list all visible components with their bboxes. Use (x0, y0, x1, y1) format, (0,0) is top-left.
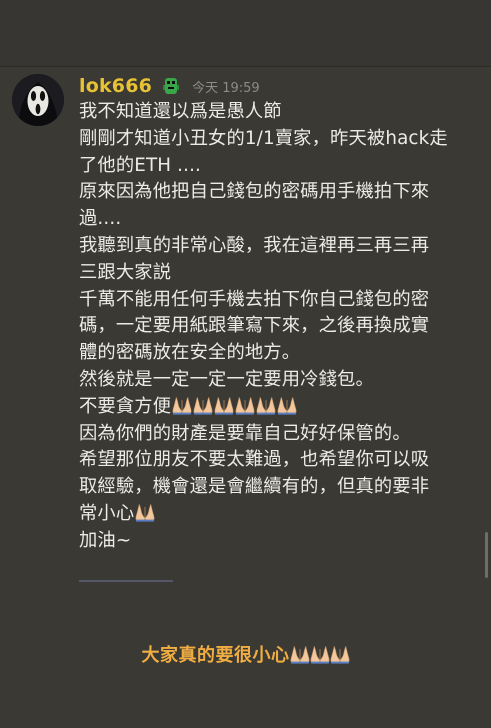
scrollbar-thumb[interactable] (485, 532, 488, 578)
story-caption: 大家真的要很小心 (0, 641, 491, 669)
folded-hands-icon (172, 396, 192, 424)
folded-hands-icon (310, 645, 330, 669)
text-underline-divider (79, 580, 173, 582)
message-header: lok666 今天 19:59 (79, 72, 260, 100)
folded-hands-icon (193, 396, 213, 424)
message-line: 我不知道還以爲是愚人節 (79, 101, 282, 122)
message-body: 我不知道還以爲是愚人節 剛剛才知道小丑女的1/1賣家，昨天被hack走 了他的E… (79, 99, 474, 555)
folded-hands-emoji-group (171, 396, 297, 417)
message-line: 我聽到真的非常心酸，我在這裡再三再三再 (79, 234, 430, 256)
folded-hands-icon (290, 645, 310, 669)
caption-text: 大家真的要很小心 (141, 645, 290, 666)
message-line: 希望那位朋友不要太難過，也希望你可以吸 (79, 449, 430, 471)
top-empty-area (0, 0, 491, 66)
message-line: 了他的ETH .... (79, 154, 202, 176)
folded-hands-emoji-group (290, 645, 350, 666)
message-line: 然後就是一定一定一定要用冷錢包。 (79, 368, 374, 390)
message-line: 千萬不能用任何手機去拍下你自己錢包的密 (79, 288, 430, 310)
message-line: 剛剛才知道小丑女的1/1賣家，昨天被hack走 (79, 127, 448, 149)
message-line: 體的密碼放在安全的地方。 (79, 342, 301, 364)
message-line-with-emoji: 不要貪方便 (79, 394, 474, 421)
folded-hands-emoji-group (134, 503, 155, 524)
timestamp: 今天 19:59 (192, 80, 260, 96)
folded-hands-icon (256, 396, 276, 424)
message-line: 取經驗，機會還是會繼續有的，但真的要非 (79, 476, 430, 498)
message-line-text: 常小心 (79, 502, 135, 524)
folded-hands-icon (135, 503, 155, 531)
folded-hands-icon (214, 396, 234, 424)
message-line-text: 不要貪方便 (79, 395, 172, 417)
folded-hands-icon (330, 645, 350, 669)
message-line: 三跟大家説 (79, 261, 172, 283)
green-creature-emoji-icon (162, 77, 180, 95)
folded-hands-icon (235, 396, 255, 424)
ghostface-mask-avatar-icon[interactable] (12, 74, 64, 126)
message-line: 原來因為他把自己錢包的密碼用手機拍下來 (79, 181, 430, 203)
message-line: 碼，一定要用紙跟筆寫下來，之後再換成實 (79, 315, 430, 337)
folded-hands-icon (277, 396, 297, 424)
message-line-with-emoji: 常小心 (79, 501, 474, 528)
message-line: 加油~ (79, 529, 132, 551)
message-line: 因為你們的財產是要靠自己好好保管的。 (79, 422, 411, 444)
message-line: 過.... (79, 208, 122, 230)
username[interactable]: lok666 (79, 75, 152, 97)
